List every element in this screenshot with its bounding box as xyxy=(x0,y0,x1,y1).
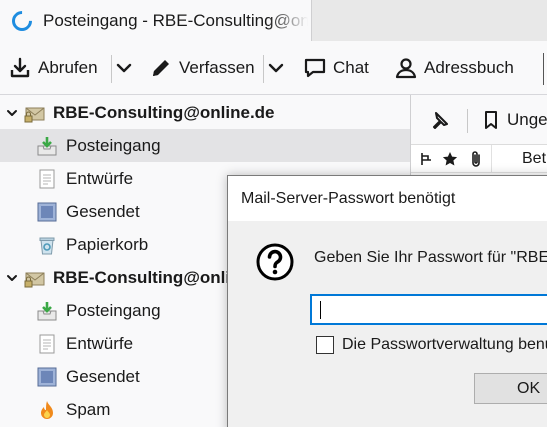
unread-filter-button[interactable]: Ungelesen xyxy=(482,109,547,131)
save-password-checkbox[interactable]: Die Passwortverwaltung benutzen, um dies… xyxy=(316,336,547,354)
get-messages-dropdown[interactable] xyxy=(114,51,134,85)
folder-label: Gesendet xyxy=(66,366,140,386)
address-book-label: Adressbuch xyxy=(424,58,514,77)
pin-icon[interactable] xyxy=(428,110,450,132)
folder-label: Posteingang xyxy=(66,300,161,320)
dialog-title: Mail-Server-Passwort benötigt xyxy=(228,176,547,221)
checkbox-box[interactable] xyxy=(316,336,334,354)
toolbar-separator xyxy=(111,55,112,83)
password-dialog: Mail-Server-Passwort benötigt Geben Sie … xyxy=(227,175,547,427)
toolbar-separator xyxy=(263,55,264,83)
question-icon xyxy=(256,243,294,281)
sent-icon xyxy=(37,367,57,386)
main-toolbar: Abrufen Verfassen Chat Adressbuch xyxy=(0,41,547,95)
dialog-message: Geben Sie Ihr Passwort für "RBE-Consulti… xyxy=(314,249,547,266)
account-row[interactable]: RBE-Consulting@online.de xyxy=(0,96,410,129)
inbox-icon xyxy=(37,136,57,155)
write-button[interactable]: Verfassen xyxy=(149,51,255,85)
get-messages-label: Abrufen xyxy=(38,58,98,77)
paperclip-icon[interactable] xyxy=(468,149,484,169)
tab-title: Posteingang - RBE-Consulting@online.de xyxy=(43,10,308,30)
spam-flame-icon xyxy=(41,400,53,419)
folder-label: Gesendet xyxy=(66,201,140,221)
folder-label: Entwürfe xyxy=(66,333,134,353)
thunderbird-window: Posteingang - RBE-Consulting@online.de A… xyxy=(0,0,547,427)
write-label: Verfassen xyxy=(179,58,255,77)
ok-button[interactable]: OK xyxy=(474,373,547,404)
text-caret xyxy=(320,301,321,319)
address-book-button[interactable]: Adressbuch xyxy=(394,51,514,85)
inbox-icon xyxy=(37,301,57,320)
chevron-down-icon[interactable] xyxy=(6,272,18,284)
chat-button[interactable]: Chat xyxy=(303,51,369,85)
chat-label: Chat xyxy=(333,58,369,77)
mail-account-icon xyxy=(24,107,45,122)
mail-account-icon xyxy=(24,272,45,287)
folder-label: Posteingang xyxy=(66,135,161,155)
thread-column-icon[interactable] xyxy=(419,151,433,167)
star-icon[interactable] xyxy=(442,151,458,167)
chevron-down-icon xyxy=(268,63,284,73)
folder-label: Entwürfe xyxy=(66,168,134,188)
contact-person-icon xyxy=(395,58,417,79)
folder-inbox[interactable]: Posteingang xyxy=(0,129,410,162)
quick-filter-separator xyxy=(467,109,468,133)
thread-column-header: Betreff xyxy=(411,145,547,173)
folder-label: Spam xyxy=(66,399,111,419)
tab-bar: Posteingang - RBE-Consulting@online.de xyxy=(0,0,547,41)
folder-label: Papierkorb xyxy=(66,234,149,254)
chevron-down-icon xyxy=(116,63,132,73)
column-subject[interactable]: Betreff xyxy=(522,150,547,168)
get-messages-button[interactable]: Abrufen xyxy=(8,51,98,85)
bookmark-icon xyxy=(485,111,497,129)
password-field[interactable] xyxy=(310,294,547,325)
drafts-icon xyxy=(39,169,55,188)
chat-bubble-icon xyxy=(304,58,326,78)
account-name: RBE-Consulting@online.de xyxy=(53,102,275,122)
column-divider xyxy=(491,145,492,173)
quick-filter-bar: Ungelesen xyxy=(411,95,547,145)
unread-filter-label: Ungelesen xyxy=(507,110,547,129)
sent-icon xyxy=(37,202,57,221)
trash-icon xyxy=(39,237,55,254)
chevron-down-icon[interactable] xyxy=(6,107,18,119)
download-icon xyxy=(10,57,30,78)
write-dropdown[interactable] xyxy=(266,51,286,85)
toolbar-edge-separator xyxy=(543,53,544,85)
pencil-icon xyxy=(153,60,169,76)
drafts-icon xyxy=(39,334,55,353)
checkbox-label: Die Passwortverwaltung benutzen, um dies… xyxy=(342,336,547,353)
tab-inbox[interactable]: Posteingang - RBE-Consulting@online.de xyxy=(0,0,312,41)
loading-spinner-icon xyxy=(7,6,37,35)
